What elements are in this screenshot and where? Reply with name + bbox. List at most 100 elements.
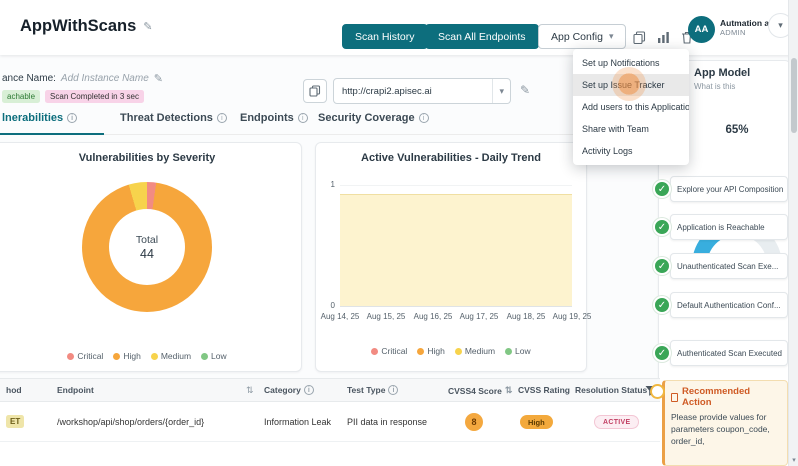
- chevron-down-icon: ▾: [609, 31, 614, 42]
- tab-endpoints[interactable]: Endpoints i: [240, 112, 308, 124]
- app-url-select[interactable]: http://crapi2.apisec.ai ▾: [333, 78, 511, 104]
- info-icon[interactable]: i: [304, 385, 314, 395]
- trend-ytick-1: 1: [325, 180, 335, 189]
- col-category[interactable]: Category i: [264, 385, 314, 395]
- edit-instance-icon[interactable]: ✎: [154, 72, 163, 85]
- app-model-title: App Model: [694, 67, 750, 79]
- resolution-status-badge[interactable]: ACTIVE: [594, 415, 639, 429]
- sort-endpoint-icon[interactable]: ⇅: [246, 385, 254, 396]
- critical-dot-icon: [67, 353, 74, 360]
- recommended-action-box: Recommended Action Please provide values…: [662, 380, 788, 466]
- checklist-item[interactable]: Application is Reachable: [670, 214, 788, 240]
- tab-security-coverage-label: Security Coverage: [318, 112, 415, 124]
- trend-xtick-2: Aug 16, 25: [410, 312, 456, 321]
- sort-score-icon[interactable]: ⇅: [505, 385, 513, 396]
- what-is-this-link[interactable]: What is this: [694, 82, 735, 91]
- menu-item-share-with-team[interactable]: Share with Team: [573, 118, 689, 140]
- test-type-cell: PII data in response: [347, 417, 427, 427]
- legend-item-low[interactable]: Low: [201, 351, 227, 361]
- legend-item-critical[interactable]: Critical: [371, 346, 407, 356]
- scrollbar-down-arrow[interactable]: ▾: [789, 453, 798, 466]
- trend-plot: [340, 185, 572, 307]
- tab-threat-detections-label: Threat Detections: [120, 112, 213, 124]
- low-dot-icon: [201, 353, 208, 360]
- legend-critical-label: Critical: [381, 346, 407, 356]
- legend-critical-label: Critical: [77, 351, 103, 361]
- scan-completed-badge: Scan Completed in 3 sec: [45, 90, 144, 103]
- page-title: AppWithScans: [20, 17, 136, 36]
- edit-title-icon[interactable]: ✎: [143, 20, 152, 33]
- checklist-item[interactable]: Authenticated Scan Executed: [670, 340, 788, 366]
- instance-name-placeholder[interactable]: Add Instance Name: [61, 73, 149, 84]
- col-cvss-rating[interactable]: CVSS Rating: [518, 385, 570, 395]
- trend-xtick-1: Aug 15, 25: [363, 312, 409, 321]
- tab-security-coverage[interactable]: Security Coverage i: [318, 112, 429, 124]
- legend-high-label: High: [123, 351, 140, 361]
- info-icon[interactable]: i: [419, 113, 429, 123]
- legend-item-high[interactable]: High: [417, 346, 444, 356]
- recommended-action-title: Recommended Action: [671, 386, 781, 408]
- scan-history-button[interactable]: Scan History: [342, 24, 428, 49]
- edit-url-icon[interactable]: ✎: [520, 83, 530, 97]
- tab-threat-detections[interactable]: Threat Detections i: [120, 112, 227, 124]
- scrollbar-thumb[interactable]: [791, 58, 797, 133]
- app-context-menu: Set up Notifications Set up Issue Tracke…: [573, 49, 689, 165]
- trend-xtick-4: Aug 18, 25: [503, 312, 549, 321]
- high-dot-icon: [113, 353, 120, 360]
- table-row[interactable]: ET /workshop/api/shop/orders/{order_id} …: [0, 402, 660, 442]
- scrollbar-track[interactable]: ▾: [788, 0, 798, 466]
- legend-low-label: Low: [211, 351, 227, 361]
- col-cvss-score[interactable]: CVSS4 Score ⇅: [448, 385, 512, 396]
- copy-app-icon[interactable]: [630, 28, 648, 46]
- trend-xtick-5: Aug 19, 25: [549, 312, 595, 321]
- medium-dot-icon: [151, 353, 158, 360]
- legend-item-medium[interactable]: Medium: [151, 351, 191, 361]
- tab-vulnerabilities[interactable]: lnerabilities i: [2, 112, 77, 124]
- severity-donut: Total 44: [82, 182, 212, 312]
- endpoint-cell: /workshop/api/shop/orders/{order_id}: [57, 417, 204, 427]
- legend-item-low[interactable]: Low: [505, 346, 531, 356]
- trend-area-fill: [340, 194, 572, 306]
- low-dot-icon: [505, 348, 512, 355]
- info-icon[interactable]: i: [67, 113, 77, 123]
- avatar[interactable]: AA: [688, 16, 715, 43]
- cvss-score-badge: 8: [465, 413, 483, 431]
- col-method[interactable]: hod: [6, 385, 22, 395]
- info-icon[interactable]: i: [388, 385, 398, 395]
- instance-name-label: ance Name:: [2, 73, 56, 84]
- reachable-badge: achable: [2, 90, 40, 103]
- copy-url-icon[interactable]: [303, 79, 327, 103]
- medium-dot-icon: [455, 348, 462, 355]
- scan-all-endpoints-button[interactable]: Scan All Endpoints: [425, 24, 539, 49]
- top-header: AppWithScans ✎ Scan History Scan All End…: [0, 0, 798, 55]
- trend-xtick-0: Aug 14, 25: [317, 312, 363, 321]
- pending-step-icon: [650, 384, 665, 399]
- menu-item-activity-logs[interactable]: Activity Logs: [573, 140, 689, 162]
- instance-name-row: ance Name: Add Instance Name ✎: [2, 72, 163, 85]
- severity-chart-title: Vulnerabilities by Severity: [0, 152, 301, 164]
- checklist-item[interactable]: Default Authentication Conf...: [670, 292, 788, 318]
- info-icon[interactable]: i: [298, 113, 308, 123]
- active-tab-underline: [0, 133, 104, 135]
- app-config-button[interactable]: App Config ▾: [538, 24, 626, 49]
- col-resolution-status[interactable]: Resolution Status: [575, 385, 647, 395]
- tab-endpoints-label: Endpoints: [240, 112, 294, 124]
- col-test-type[interactable]: Test Type i: [347, 385, 398, 395]
- legend-item-medium[interactable]: Medium: [455, 346, 495, 356]
- menu-item-add-users[interactable]: Add users to this Application: [573, 96, 689, 118]
- col-endpoint[interactable]: Endpoint: [57, 385, 94, 395]
- info-icon[interactable]: i: [217, 113, 227, 123]
- trend-xtick-3: Aug 17, 25: [456, 312, 502, 321]
- donut-total-label: Total: [136, 234, 158, 246]
- analytics-icon[interactable]: [654, 28, 672, 46]
- checklist-item[interactable]: Unauthenticated Scan Exe...: [670, 253, 788, 279]
- category-cell: Information Leak: [264, 417, 331, 427]
- col-category-label: Category: [264, 385, 301, 395]
- menu-item-setup-issue-tracker[interactable]: Set up Issue Tracker: [573, 74, 689, 96]
- legend-item-high[interactable]: High: [113, 351, 140, 361]
- menu-item-setup-notifications[interactable]: Set up Notifications: [573, 52, 689, 74]
- high-dot-icon: [417, 348, 424, 355]
- check-icon: ✓: [653, 344, 671, 362]
- legend-item-critical[interactable]: Critical: [67, 351, 103, 361]
- checklist-item[interactable]: Explore your API Composition: [670, 176, 788, 202]
